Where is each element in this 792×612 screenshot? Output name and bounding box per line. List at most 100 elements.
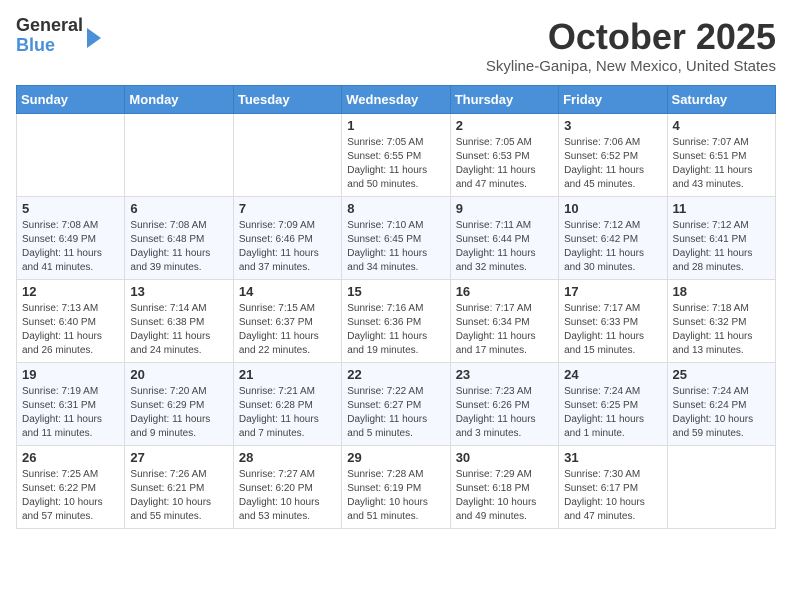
calendar-week-2: 5 Sunrise: 7:08 AM Sunset: 6:49 PM Daylig… [17, 197, 776, 280]
day-info: Sunrise: 7:09 AM Sunset: 6:46 PM Dayligh… [239, 219, 336, 275]
weekday-header-wednesday: Wednesday [342, 86, 450, 114]
day-info: Sunrise: 7:28 AM Sunset: 6:19 PM Dayligh… [347, 468, 444, 524]
calendar-cell [233, 114, 341, 197]
day-info: Sunrise: 7:22 AM Sunset: 6:27 PM Dayligh… [347, 385, 444, 441]
day-number: 1 [347, 118, 444, 133]
calendar-cell [125, 114, 233, 197]
calendar-cell: 31Sunrise: 7:30 AM Sunset: 6:17 PM Dayli… [559, 446, 667, 529]
day-info: Sunrise: 7:14 AM Sunset: 6:38 PM Dayligh… [130, 302, 227, 358]
weekday-header-row: SundayMondayTuesdayWednesdayThursdayFrid… [17, 86, 776, 114]
day-number: 21 [239, 367, 336, 382]
day-number: 25 [673, 367, 770, 382]
calendar-week-5: 26 Sunrise: 7:25 AM Sunset: 6:22 PM Dayli… [17, 446, 776, 529]
calendar-cell: 1 Sunrise: 7:05 AM Sunset: 6:55 PM Daylig… [342, 114, 450, 197]
calendar-cell: 29 Sunrise: 7:28 AM Sunset: 6:19 PM Dayli… [342, 446, 450, 529]
weekday-header-monday: Monday [125, 86, 233, 114]
calendar-cell: 6 Sunrise: 7:08 AM Sunset: 6:48 PM Daylig… [125, 197, 233, 280]
calendar-cell: 13Sunrise: 7:14 AM Sunset: 6:38 PM Dayli… [125, 280, 233, 363]
day-number: 27 [130, 450, 227, 465]
day-number: 9 [456, 201, 553, 216]
day-number: 23 [456, 367, 553, 382]
calendar-cell: 30 Sunrise: 7:29 AM Sunset: 6:18 PM Dayli… [450, 446, 558, 529]
day-info: Sunrise: 7:17 AM Sunset: 6:33 PM Dayligh… [564, 302, 661, 358]
calendar-cell [17, 114, 125, 197]
day-info: Sunrise: 7:20 AM Sunset: 6:29 PM Dayligh… [130, 385, 227, 441]
day-info: Sunrise: 7:19 AM Sunset: 6:31 PM Dayligh… [22, 385, 119, 441]
logo-arrow-icon [87, 28, 101, 48]
day-number: 3 [564, 118, 661, 133]
calendar-cell: 16Sunrise: 7:17 AM Sunset: 6:34 PM Dayli… [450, 280, 558, 363]
weekday-header-thursday: Thursday [450, 86, 558, 114]
day-info: Sunrise: 7:08 AM Sunset: 6:48 PM Dayligh… [130, 219, 227, 275]
day-info: Sunrise: 7:05 AM Sunset: 6:55 PM Dayligh… [347, 136, 444, 192]
day-number: 16 [456, 284, 553, 299]
day-number: 26 [22, 450, 119, 465]
calendar-cell: 17 Sunrise: 7:17 AM Sunset: 6:33 PM Dayli… [559, 280, 667, 363]
day-number: 4 [673, 118, 770, 133]
day-number: 20 [130, 367, 227, 382]
day-info: Sunrise: 7:07 AM Sunset: 6:51 PM Dayligh… [673, 136, 770, 192]
day-number: 28 [239, 450, 336, 465]
calendar-cell: 22 Sunrise: 7:22 AM Sunset: 6:27 PM Dayli… [342, 363, 450, 446]
day-info: Sunrise: 7:16 AM Sunset: 6:36 PM Dayligh… [347, 302, 444, 358]
calendar-cell: 24 Sunrise: 7:24 AM Sunset: 6:25 PM Dayli… [559, 363, 667, 446]
page-header: General Blue October 2025 Skyline-Ganipa… [16, 16, 776, 75]
calendar-cell: 7 Sunrise: 7:09 AM Sunset: 6:46 PM Daylig… [233, 197, 341, 280]
day-number: 5 [22, 201, 119, 216]
calendar-cell: 23 Sunrise: 7:23 AM Sunset: 6:26 PM Dayli… [450, 363, 558, 446]
calendar-cell: 14Sunrise: 7:15 AM Sunset: 6:37 PM Dayli… [233, 280, 341, 363]
day-info: Sunrise: 7:08 AM Sunset: 6:49 PM Dayligh… [22, 219, 119, 275]
calendar-cell: 20 Sunrise: 7:20 AM Sunset: 6:29 PM Dayli… [125, 363, 233, 446]
day-number: 14 [239, 284, 336, 299]
weekday-header-sunday: Sunday [17, 86, 125, 114]
day-number: 8 [347, 201, 444, 216]
day-info: Sunrise: 7:11 AM Sunset: 6:44 PM Dayligh… [456, 219, 553, 275]
day-info: Sunrise: 7:18 AM Sunset: 6:32 PM Dayligh… [673, 302, 770, 358]
calendar-week-1: 1 Sunrise: 7:05 AM Sunset: 6:55 PM Daylig… [17, 114, 776, 197]
month-title: October 2025 [486, 16, 776, 58]
day-info: Sunrise: 7:29 AM Sunset: 6:18 PM Dayligh… [456, 468, 553, 524]
calendar-cell: 11Sunrise: 7:12 AM Sunset: 6:41 PM Dayli… [667, 197, 775, 280]
day-number: 12 [22, 284, 119, 299]
calendar-cell: 26 Sunrise: 7:25 AM Sunset: 6:22 PM Dayli… [17, 446, 125, 529]
logo-general: General [16, 16, 83, 36]
location-title: Skyline-Ganipa, New Mexico, United State… [486, 58, 776, 75]
day-number: 22 [347, 367, 444, 382]
day-number: 7 [239, 201, 336, 216]
calendar-cell: 5 Sunrise: 7:08 AM Sunset: 6:49 PM Daylig… [17, 197, 125, 280]
calendar-cell: 18 Sunrise: 7:18 AM Sunset: 6:32 PM Dayli… [667, 280, 775, 363]
day-number: 18 [673, 284, 770, 299]
calendar-cell: 25Sunrise: 7:24 AM Sunset: 6:24 PM Dayli… [667, 363, 775, 446]
calendar-cell: 8 Sunrise: 7:10 AM Sunset: 6:45 PM Daylig… [342, 197, 450, 280]
day-info: Sunrise: 7:26 AM Sunset: 6:21 PM Dayligh… [130, 468, 227, 524]
day-info: Sunrise: 7:21 AM Sunset: 6:28 PM Dayligh… [239, 385, 336, 441]
calendar-cell: 2Sunrise: 7:05 AM Sunset: 6:53 PM Daylig… [450, 114, 558, 197]
day-info: Sunrise: 7:25 AM Sunset: 6:22 PM Dayligh… [22, 468, 119, 524]
day-info: Sunrise: 7:23 AM Sunset: 6:26 PM Dayligh… [456, 385, 553, 441]
day-number: 30 [456, 450, 553, 465]
calendar-cell: 19 Sunrise: 7:19 AM Sunset: 6:31 PM Dayli… [17, 363, 125, 446]
logo-text: General Blue [16, 16, 83, 56]
calendar-cell: 21 Sunrise: 7:21 AM Sunset: 6:28 PM Dayli… [233, 363, 341, 446]
calendar-cell: 3Sunrise: 7:06 AM Sunset: 6:52 PM Daylig… [559, 114, 667, 197]
calendar-cell: 27 Sunrise: 7:26 AM Sunset: 6:21 PM Dayli… [125, 446, 233, 529]
day-number: 19 [22, 367, 119, 382]
day-number: 2 [456, 118, 553, 133]
calendar-cell: 4 Sunrise: 7:07 AM Sunset: 6:51 PM Daylig… [667, 114, 775, 197]
day-info: Sunrise: 7:27 AM Sunset: 6:20 PM Dayligh… [239, 468, 336, 524]
calendar-cell: 15Sunrise: 7:16 AM Sunset: 6:36 PM Dayli… [342, 280, 450, 363]
day-number: 24 [564, 367, 661, 382]
day-number: 6 [130, 201, 227, 216]
day-info: Sunrise: 7:30 AM Sunset: 6:17 PM Dayligh… [564, 468, 661, 524]
day-info: Sunrise: 7:10 AM Sunset: 6:45 PM Dayligh… [347, 219, 444, 275]
day-number: 11 [673, 201, 770, 216]
calendar-week-4: 19 Sunrise: 7:19 AM Sunset: 6:31 PM Dayli… [17, 363, 776, 446]
weekday-header-friday: Friday [559, 86, 667, 114]
day-number: 17 [564, 284, 661, 299]
logo: General Blue [16, 16, 101, 56]
calendar-cell: 28 Sunrise: 7:27 AM Sunset: 6:20 PM Dayli… [233, 446, 341, 529]
day-number: 29 [347, 450, 444, 465]
calendar-cell: 12Sunrise: 7:13 AM Sunset: 6:40 PM Dayli… [17, 280, 125, 363]
calendar-cell [667, 446, 775, 529]
day-info: Sunrise: 7:24 AM Sunset: 6:25 PM Dayligh… [564, 385, 661, 441]
